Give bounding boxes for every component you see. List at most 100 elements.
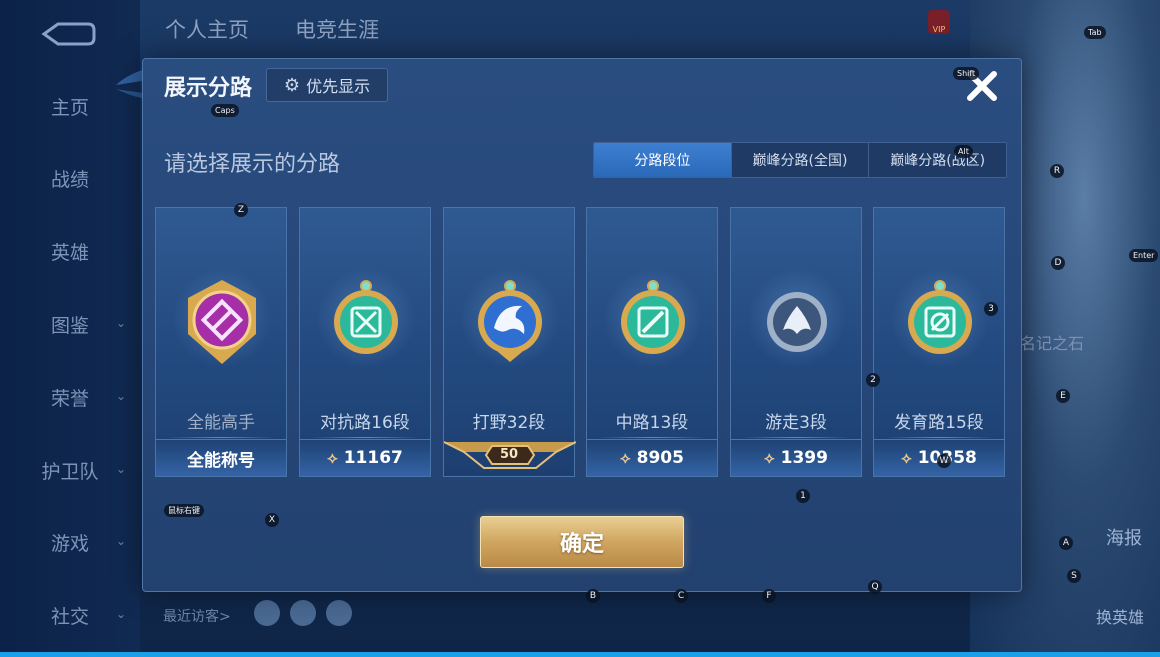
jungle-emblem-icon [478, 280, 542, 362]
vip-badge: VIP [928, 10, 950, 34]
all-round-emblem-icon [188, 280, 256, 364]
card-divider [599, 437, 705, 438]
confirm-button[interactable]: 确定 [480, 516, 684, 568]
sidebar-item-heroes[interactable]: 英雄 [0, 231, 140, 271]
tab-esports-career[interactable]: 电竞生涯 [295, 14, 379, 44]
lane-card-jungle[interactable]: 打野32段 50 [443, 207, 576, 477]
key-hint-caps: Caps [211, 104, 239, 117]
stone-label: 名记之石 [1020, 334, 1085, 353]
sidebar-item-label: 游戏 [50, 532, 89, 555]
recent-visitors-label[interactable]: 最近访客> [163, 606, 231, 626]
key-hint-f: F [762, 589, 776, 603]
key-hint-c: C [674, 589, 688, 603]
card-footer: ⟡ 1399 [731, 439, 861, 476]
key-hint-tab: Tab [1084, 26, 1106, 39]
mid-lane-emblem-icon [621, 280, 685, 354]
dialog-title: 展示分路 [164, 76, 253, 101]
bottom-accent-bar [0, 652, 1160, 657]
visitor-avatar[interactable] [254, 600, 280, 626]
dialog-subtitle: 请选择展示的分路 [164, 152, 341, 177]
rank-points-icon: ⟡ [901, 448, 912, 467]
rank-points-icon: ⟡ [764, 448, 775, 467]
farm-lane-emblem-icon [908, 280, 972, 354]
lane-card-mid[interactable]: 中路13段 ⟡ 8905 [586, 207, 718, 477]
card-divider [743, 437, 849, 438]
key-hint-shift: Shift [953, 67, 980, 80]
lane-name: 中路13段 [615, 413, 689, 433]
key-hint-q: Q [868, 580, 882, 594]
key-hint-w: W [937, 454, 951, 468]
key-hint-a: A [1059, 536, 1073, 550]
chevron-down-icon: ⌄ [115, 534, 126, 548]
lane-card-roam[interactable]: 游走3段 ⟡ 1399 [730, 207, 862, 477]
key-hint-d: D [1051, 256, 1065, 270]
card-footer: 全能称号 [156, 439, 286, 476]
jungle-level: 50 [499, 447, 519, 462]
clash-lane-emblem-icon [334, 280, 398, 354]
card-footer: ⟡ 8905 [587, 439, 717, 476]
visitor-avatar[interactable] [326, 600, 352, 626]
key-hint-enter: Enter [1129, 249, 1159, 262]
tab-peak-lane-region[interactable]: 巅峰分路(战区) [869, 143, 1006, 177]
sidebar-item-game[interactable]: 游戏 ⌄ [0, 522, 140, 562]
roam-emblem-icon [767, 292, 827, 352]
card-divider [886, 437, 992, 438]
lane-card-clash[interactable]: 对抗路16段 ⟡ 11167 [299, 207, 431, 477]
sidebar-item-label: 图鉴 [50, 314, 89, 337]
sidebar-item-guard[interactable]: 护卫队 ⌄ [0, 450, 140, 490]
sidebar-item-gallery[interactable]: 图鉴 ⌄ [0, 304, 140, 344]
change-hero-label[interactable]: 换英雄 [1096, 604, 1144, 628]
lane-card-all-round[interactable]: 全能高手 全能称号 [155, 207, 287, 477]
card-footer: ⟡ 11167 [300, 439, 430, 476]
tab-lane-rank[interactable]: 分路段位 [594, 143, 732, 177]
sidebar-item-records[interactable]: 战绩 [0, 158, 140, 198]
priority-display-label: 优先显示 [306, 77, 371, 96]
lane-name: 发育路15段 [894, 413, 984, 433]
lane-score: 11167 [343, 448, 403, 468]
rank-points-icon: ⟡ [620, 448, 631, 467]
chevron-down-icon: ⌄ [115, 316, 126, 330]
key-hint-3: 3 [984, 302, 998, 316]
lane-score: 1399 [780, 448, 828, 468]
lane-type-tabs: 分路段位 巅峰分路(全国) 巅峰分路(战区) [593, 142, 1007, 178]
tab-personal-home[interactable]: 个人主页 [165, 14, 249, 44]
tab-peak-lane-national[interactable]: 巅峰分路(全国) [731, 143, 870, 177]
key-hint-z: Z [234, 203, 248, 217]
gear-icon: ⚙ [283, 74, 301, 96]
lane-name: 游走3段 [765, 413, 827, 433]
lane-name: 全能高手 [187, 413, 255, 433]
rank-points-icon: ⟡ [327, 448, 338, 467]
sidebar-item-label: 主页 [50, 96, 89, 119]
all-round-title-label: 全能称号 [187, 450, 255, 471]
key-hint-x: X [265, 513, 279, 527]
poster-label[interactable]: 海报 [1106, 524, 1142, 550]
key-hint-b: B [586, 589, 600, 603]
chevron-down-icon: ⌄ [115, 607, 126, 621]
back-arrow-icon[interactable] [36, 22, 96, 46]
lane-card-farm[interactable]: 发育路15段 ⟡ 10358 [873, 207, 1005, 477]
chevron-down-icon: ⌄ [115, 389, 126, 403]
sidebar-item-honor[interactable]: 荣誉 ⌄ [0, 377, 140, 417]
lane-name: 打野32段 [472, 413, 546, 433]
card-divider [312, 437, 418, 438]
lane-name: 对抗路16段 [320, 413, 410, 433]
key-hint-mouse-right: 鼠标右键 [164, 504, 204, 517]
key-hint-alt: Alt [954, 145, 973, 158]
key-hint-s: S [1067, 569, 1081, 583]
profile-top-tabs: 个人主页 电竞生涯 [165, 14, 379, 44]
sidebar-item-label: 荣誉 [50, 387, 89, 410]
visitor-avatar[interactable] [290, 600, 316, 626]
sidebar-item-label: 英雄 [50, 241, 89, 264]
sidebar-item-social[interactable]: 社交 ⌄ [0, 595, 140, 635]
key-hint-r: R [1050, 164, 1064, 178]
key-hint-2: 2 [866, 373, 880, 387]
lane-score: 8905 [636, 448, 684, 468]
card-divider [168, 437, 274, 438]
sidebar-item-label: 护卫队 [41, 460, 99, 483]
key-hint-1: 1 [796, 489, 810, 503]
priority-display-button[interactable]: ⚙ 优先显示 [266, 68, 388, 102]
sidebar-item-label: 社交 [50, 605, 89, 628]
chevron-down-icon: ⌄ [115, 462, 126, 476]
key-hint-e: E [1056, 389, 1070, 403]
sidebar-item-label: 战绩 [50, 168, 89, 191]
